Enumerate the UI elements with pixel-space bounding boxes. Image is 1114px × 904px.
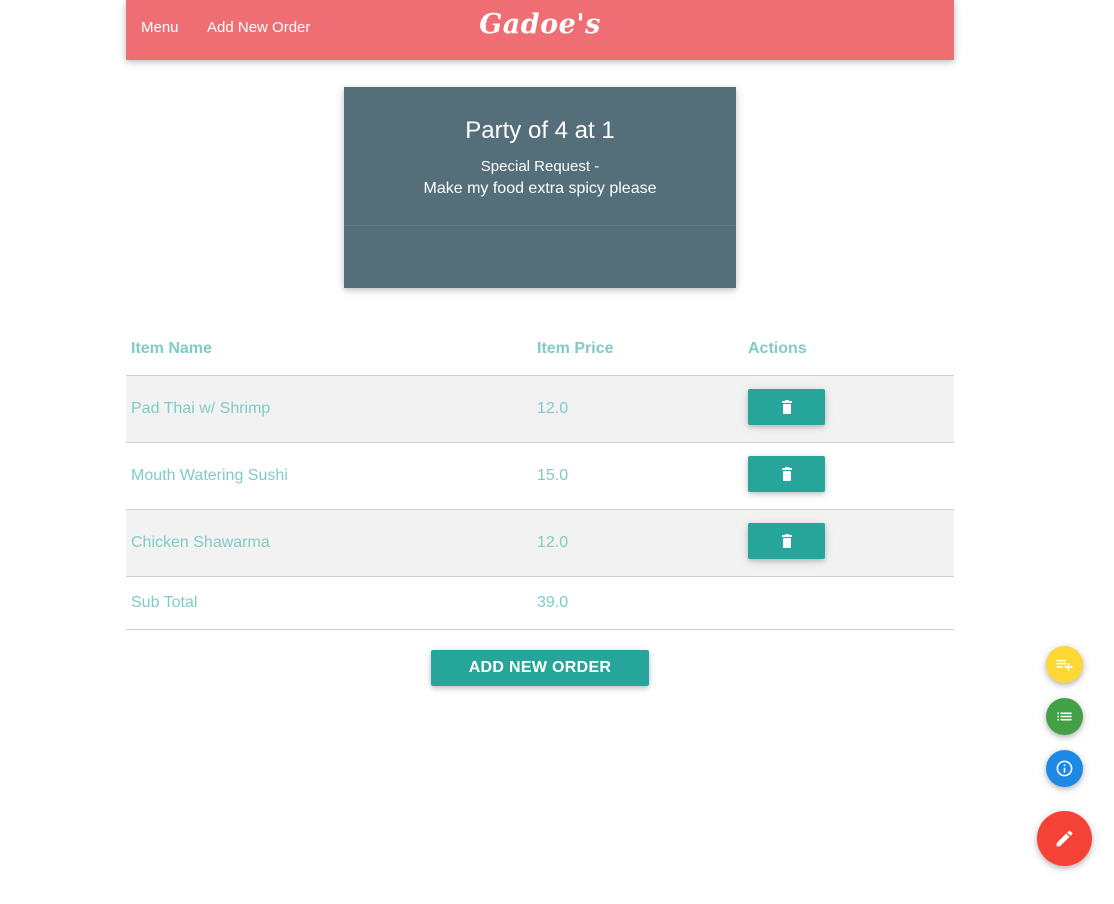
list-icon	[1057, 712, 1072, 721]
table-row: Mouth Watering Sushi 15.0	[126, 442, 954, 510]
delete-item-button[interactable]	[748, 388, 825, 425]
navbar: Menu Add New Order Gadoe's	[126, 0, 954, 60]
subtotal-value: 39.0	[532, 576, 743, 630]
subtotal-row: Sub Total 39.0	[126, 576, 954, 630]
special-request-label: Special Request -	[480, 158, 600, 175]
party-title: Party of 4 at 1	[465, 117, 615, 144]
fab-edit-main-button[interactable]	[1037, 811, 1092, 866]
fab-list-button[interactable]	[1046, 698, 1083, 735]
item-actions	[743, 375, 954, 443]
edit-pencil-icon	[1056, 830, 1073, 847]
playlist-add-icon	[1056, 659, 1073, 671]
trash-icon	[782, 399, 792, 414]
delete-item-button[interactable]	[748, 522, 825, 559]
subtotal-empty-cell	[743, 576, 954, 630]
table-header-row: Item Name Item Price Actions	[126, 324, 954, 376]
brand-logo[interactable]: Gadoe's	[126, 9, 954, 40]
add-new-order-button[interactable]: ADD NEW ORDER	[431, 650, 649, 686]
subtotal-label: Sub Total	[126, 576, 532, 630]
trash-icon	[782, 533, 792, 548]
item-actions	[743, 509, 954, 577]
header-actions: Actions	[743, 324, 954, 376]
item-price: 12.0	[532, 509, 743, 577]
info-icon	[1056, 760, 1073, 777]
table-row: Pad Thai w/ Shrimp 12.0	[126, 375, 954, 443]
item-name: Chicken Shawarma	[126, 509, 532, 577]
item-price: 15.0	[532, 442, 743, 510]
item-name: Pad Thai w/ Shrimp	[126, 375, 532, 443]
orders-table: Item Name Item Price Actions Pad Thai w/…	[126, 324, 954, 630]
table-row: Chicken Shawarma 12.0	[126, 509, 954, 577]
party-card: Party of 4 at 1 Special Request - Make m…	[344, 87, 736, 288]
special-request-text: Make my food extra spicy please	[423, 180, 657, 197]
header-item-name: Item Name	[126, 324, 532, 376]
item-price: 12.0	[532, 375, 743, 443]
item-actions	[743, 442, 954, 510]
trash-icon	[782, 466, 792, 481]
fab-add-to-list-button[interactable]	[1046, 646, 1083, 683]
party-card-content: Party of 4 at 1 Special Request - Make m…	[344, 87, 736, 225]
party-card-action-area	[344, 225, 736, 288]
header-item-price: Item Price	[532, 324, 743, 376]
item-name: Mouth Watering Sushi	[126, 442, 532, 510]
delete-item-button[interactable]	[748, 455, 825, 492]
fab-info-button[interactable]	[1046, 750, 1083, 787]
